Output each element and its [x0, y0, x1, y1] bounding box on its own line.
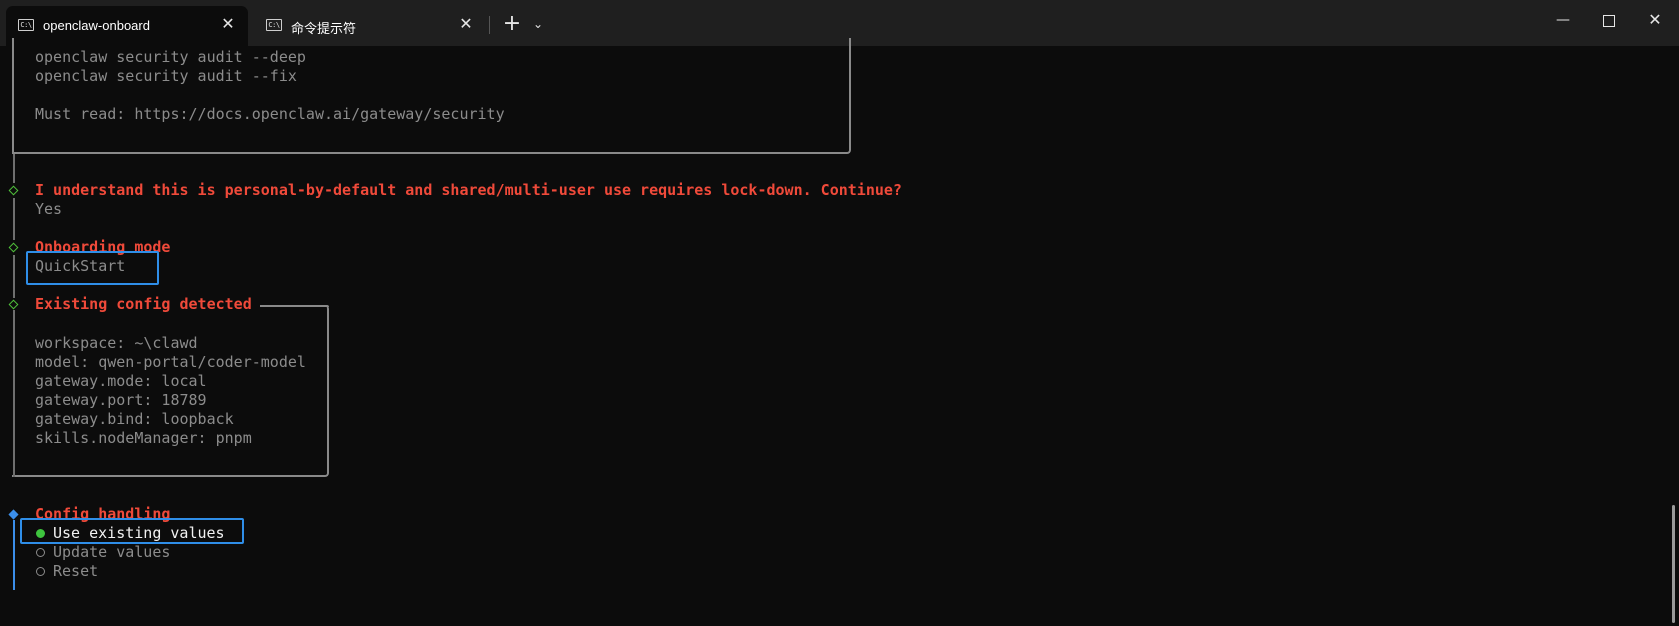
config-line: model: qwen-portal/coder-model — [35, 353, 306, 371]
option-label: Reset — [53, 562, 99, 580]
config-line: gateway.bind: loopback — [35, 410, 234, 428]
gutter-line — [13, 255, 15, 298]
maximize-button[interactable] — [1586, 0, 1632, 40]
gutter-line — [13, 154, 15, 183]
close-icon[interactable]: ✕ — [218, 15, 238, 35]
active-step-diamond-icon — [8, 509, 19, 520]
maximize-icon — [1603, 14, 1615, 27]
config-line: workspace: ~\clawd — [35, 334, 198, 352]
cmd-icon: C:\ — [18, 19, 34, 31]
existing-config-title: Existing config detected — [35, 295, 252, 313]
security-line: openclaw security audit --fix — [35, 67, 297, 85]
security-line: openclaw security audit --deep — [35, 48, 306, 66]
tab-label: openclaw-onboard — [43, 18, 150, 33]
security-line: Must read: https://docs.openclaw.ai/gate… — [35, 105, 505, 123]
step-diamond-icon — [8, 242, 19, 253]
radio-empty-icon — [36, 567, 45, 576]
tab-label: 命令提示符 — [291, 21, 357, 36]
minimize-button[interactable]: — — [1540, 0, 1586, 40]
config-line: gateway.port: 18789 — [35, 391, 207, 409]
gutter-line — [13, 198, 15, 240]
close-window-button[interactable]: ✕ — [1632, 0, 1678, 40]
gutter-line — [13, 310, 15, 477]
tab-divider — [489, 16, 490, 34]
continue-question: I understand this is personal-by-default… — [35, 181, 902, 199]
quickstart-highlight — [26, 251, 159, 285]
step-diamond-icon — [8, 185, 19, 196]
cmd-icon: C:\ — [266, 19, 282, 31]
continue-answer: Yes — [35, 200, 63, 218]
active-gutter-line — [13, 520, 15, 590]
config-line: skills.nodeManager: pnpm — [35, 429, 252, 447]
config-box-top-border — [260, 305, 329, 307]
config-line: gateway.mode: local — [35, 372, 207, 390]
scrollbar[interactable] — [1672, 505, 1675, 623]
option-label: Update values — [53, 543, 171, 561]
chevron-down-icon[interactable]: ⌄ — [528, 12, 548, 36]
selected-option-highlight — [20, 518, 244, 544]
new-tab-button[interactable]: + — [500, 12, 524, 36]
close-icon[interactable]: ✕ — [456, 15, 476, 35]
radio-empty-icon — [36, 548, 45, 557]
